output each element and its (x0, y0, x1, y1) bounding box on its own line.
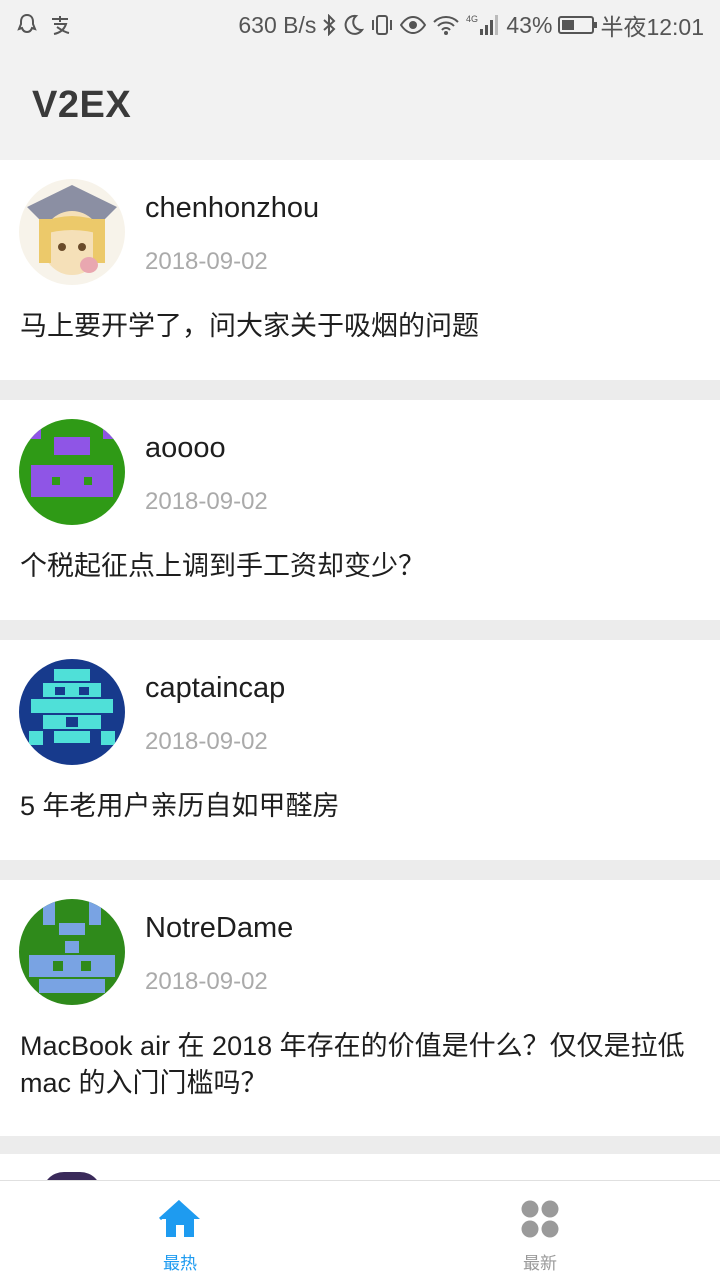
bottom-tab-bar: 最热 最新 (0, 1180, 720, 1280)
tab-latest-label: 最新 (523, 1254, 557, 1273)
wifi-icon (432, 13, 460, 37)
topic-card[interactable]: aoooo 2018-09-02 个税起征点上调到手工资却变少？ (0, 400, 720, 620)
status-bar: 630 B/s 4G 43% 半夜12:01 (0, 0, 720, 50)
tab-hot[interactable]: 最热 (90, 1181, 270, 1280)
tab-hot-label: 最热 (163, 1254, 197, 1273)
topic-card[interactable]: captaincap 2018-09-02 5 年老用户亲历自如甲醛房 (0, 640, 720, 860)
post-date: 2018-09-02 (145, 488, 268, 515)
username[interactable]: NotreDame (145, 912, 293, 945)
battery-icon (558, 16, 598, 34)
post-date: 2018-09-02 (145, 968, 268, 995)
username[interactable]: chenhonzhou (145, 192, 319, 225)
username[interactable]: captaincap (145, 672, 285, 705)
status-left (16, 13, 72, 37)
network-type: 4G (466, 14, 478, 24)
qq-icon (16, 13, 38, 37)
avatar[interactable] (19, 419, 125, 525)
topic-title[interactable]: 个税起征点上调到手工资却变少？ (20, 548, 700, 585)
post-date: 2018-09-02 (145, 728, 268, 755)
topic-title[interactable]: MacBook air 在 2018 年存在的价值是什么？仅仅是拉低 mac 的… (20, 1028, 700, 1102)
signal-icon: 4G (466, 13, 500, 37)
tab-latest[interactable]: 最新 (450, 1181, 630, 1280)
status-right: 630 B/s 4G 43% 半夜12:01 (238, 8, 704, 42)
app-bar: V2EX (0, 50, 720, 160)
avatar[interactable] (19, 179, 125, 285)
app-title: V2EX (32, 84, 132, 126)
eye-icon (400, 13, 427, 37)
topic-card[interactable]: NotreDame 2018-09-02 MacBook air 在 2018 … (0, 880, 720, 1136)
moon-icon (342, 13, 365, 37)
avatar[interactable] (19, 899, 125, 1005)
battery-percent: 43% (506, 11, 553, 38)
avatar[interactable] (19, 659, 125, 765)
alipay-icon (48, 13, 72, 37)
grid-icon (520, 1199, 560, 1239)
username[interactable]: aoooo (145, 432, 226, 465)
clock: 半夜12:01 (600, 14, 704, 40)
net-speed: 630 B/s (238, 11, 317, 38)
vibrate-icon (370, 13, 394, 37)
topic-card[interactable]: chenhonzhou 2018-09-02 马上要开学了，问大家关于吸烟的问题 (0, 160, 720, 380)
topic-title[interactable]: 5 年老用户亲历自如甲醛房 (20, 788, 700, 825)
home-icon (158, 1199, 202, 1239)
bluetooth-icon (322, 13, 336, 37)
post-date: 2018-09-02 (145, 248, 268, 275)
topic-title[interactable]: 马上要开学了，问大家关于吸烟的问题 (20, 308, 700, 345)
